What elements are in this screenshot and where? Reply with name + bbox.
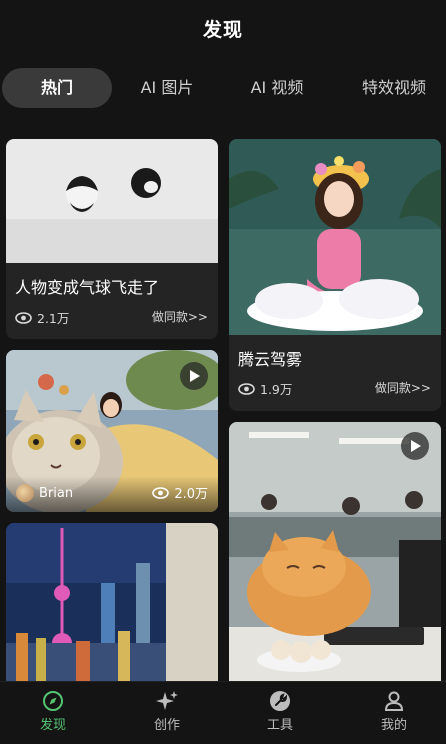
nav-label: 工具 [266,718,293,733]
bottom-navigation: 发现 创作 工具 我的 [0,681,446,744]
make-same-link[interactable]: 做同款>> [375,379,431,396]
nav-create[interactable]: 创作 [127,688,207,733]
nav-label: 我的 [380,718,407,733]
view-count: 2.0万 [152,483,208,502]
category-tabs: 热门 AI 图片 AI 视频 特效视频 [0,66,446,110]
author-name: Brian [39,485,74,501]
nav-label: 创作 [153,718,180,733]
nav-profile[interactable]: 我的 [354,688,434,733]
tab-effect-video[interactable]: 特效视频 [346,68,442,108]
nav-discover[interactable]: 发现 [13,688,93,733]
user-icon [384,691,404,711]
wrench-icon [270,691,290,711]
feed-card-balloon[interactable]: 人物变成气球飞走了 2.1万 做同款>> [6,139,218,339]
feed-card-cloud[interactable]: 腾云驾雾 1.9万 做同款>> [229,139,441,411]
card-image-balloon [6,139,218,263]
view-count: 2.1万 [15,308,69,327]
eye-icon [238,382,255,395]
view-count-value: 2.0万 [174,487,208,502]
author-info[interactable]: Brian [16,484,73,502]
tab-ai-video[interactable]: AI 视频 [232,68,322,108]
page-title: 发现 [202,18,243,41]
tab-hot[interactable]: 热门 [2,68,112,108]
sparkle-icon [156,691,178,710]
view-count: 1.9万 [238,379,292,398]
view-count-value: 1.9万 [260,382,293,397]
card-title: 人物变成气球飞走了 [15,278,160,297]
card-image-office-cat [229,422,441,681]
card-image-city-night [6,523,218,681]
feed-card-cat-girl[interactable]: Brian 2.0万 [6,350,218,512]
play-icon [190,370,200,382]
play-button[interactable] [180,362,208,390]
avatar [16,484,34,502]
compass-icon [43,691,63,711]
play-icon [411,440,421,452]
eye-icon [152,486,170,499]
feed-card-city-night[interactable] [6,523,218,681]
card-image-cloud-girl [229,139,441,335]
tab-ai-image[interactable]: AI 图片 [122,68,212,108]
nav-tools[interactable]: 工具 [240,688,320,733]
nav-label: 发现 [39,718,66,733]
eye-icon [15,311,32,324]
view-count-value: 2.1万 [37,311,70,326]
play-button[interactable] [401,432,429,460]
make-same-link[interactable]: 做同款>> [152,308,208,325]
feed-card-office-cat[interactable] [229,422,441,681]
card-title: 腾云驾雾 [238,350,303,369]
